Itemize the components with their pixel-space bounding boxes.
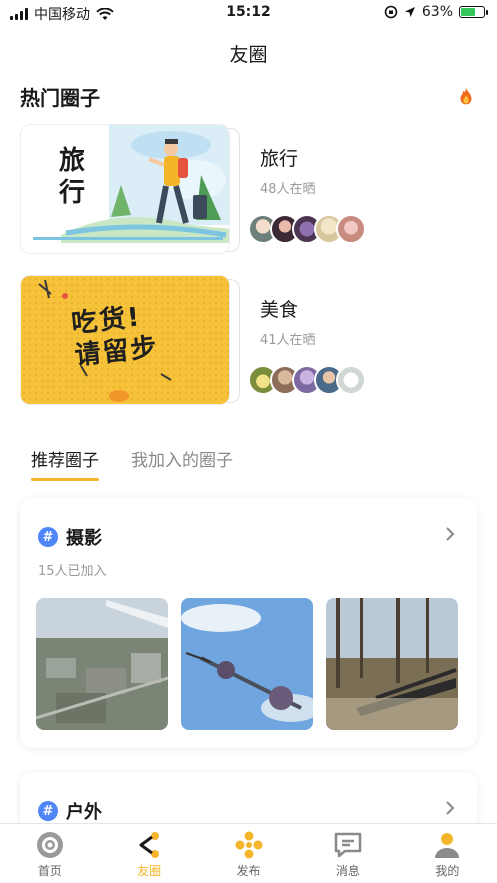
share-icon (139, 832, 160, 858)
tabbar-label: 我的 (435, 864, 460, 878)
food-cover-image: 吃货! 请留步 (20, 275, 230, 405)
group-card-photography[interactable]: # 摄影 15人已加入 (20, 498, 477, 748)
tabbar-circles[interactable]: 友圈 (99, 824, 198, 883)
group-photos (36, 598, 458, 730)
tabbar-label: 消息 (335, 864, 360, 878)
flame-icon (460, 87, 472, 104)
battery-percent: 63% (421, 4, 453, 20)
lock-rotation-icon (384, 5, 398, 19)
bottom-tab-bar: 首页 友圈 发布 消息 我的 (0, 823, 497, 883)
hot-section-title: 热门圈子 (20, 86, 100, 110)
tabbar-home[interactable]: 首页 (0, 824, 99, 883)
circle-tabs: 推荐圈子 我加入的圈子 (31, 446, 233, 481)
group-name: 摄影 (66, 528, 102, 549)
food-cover-text: 吃货! 请留步 (69, 302, 161, 372)
travel-cover-text: 旅行 (59, 146, 86, 208)
avatar (336, 214, 366, 244)
group-header: # 户外 (38, 798, 102, 824)
tabbar-label: 首页 (37, 864, 62, 878)
hot-circle-count: 41人在晒 (260, 333, 316, 348)
tabbar-publish[interactable]: 发布 (199, 824, 298, 883)
battery-icon (459, 6, 488, 18)
battery-fill (461, 8, 475, 16)
status-bar: 中国移动 15:12 63% (0, 0, 497, 26)
publish-icon (235, 831, 263, 859)
hot-header: 热门圈子 (20, 82, 477, 111)
photo-tv-tower[interactable] (181, 598, 313, 730)
chevron-right-icon[interactable] (445, 526, 455, 542)
tabbar-label: 发布 (236, 864, 261, 878)
hot-circle-name: 美食 (260, 299, 299, 321)
avatar (336, 365, 366, 395)
hashtag-icon: # (38, 801, 58, 821)
tabbar-label: 友圈 (137, 864, 162, 878)
hot-image-stack: 旅行 (20, 124, 240, 256)
tabbar-messages[interactable]: 消息 (298, 824, 397, 883)
hot-image-stack: 吃货! 请留步 (20, 275, 240, 407)
home-icon (36, 832, 63, 858)
message-icon (334, 832, 362, 858)
page-title: 友圈 (229, 44, 268, 66)
tab-recommended[interactable]: 推荐圈子 (31, 446, 99, 481)
hot-circle-name: 旅行 (260, 148, 299, 170)
hashtag-icon: # (38, 527, 58, 547)
hot-circle-food[interactable]: 吃货! 请留步 美食 41人在晒 (20, 275, 480, 410)
chevron-right-icon[interactable] (445, 800, 455, 816)
photo-park-bench[interactable] (326, 598, 458, 730)
hot-circle-count: 48人在晒 (260, 182, 316, 197)
member-avatars (248, 214, 366, 244)
profile-icon (435, 833, 460, 858)
photo-city-aerial[interactable] (36, 598, 168, 730)
member-avatars (248, 365, 366, 395)
status-right: 63% (384, 4, 488, 20)
group-member-count: 15人已加入 (38, 564, 107, 579)
location-icon (404, 7, 415, 17)
hot-circle-travel[interactable]: 旅行 旅行 48人在晒 (20, 124, 480, 259)
group-name: 户外 (66, 802, 102, 823)
tab-joined[interactable]: 我加入的圈子 (131, 446, 233, 481)
group-header: # 摄影 (38, 524, 102, 550)
travel-cover-image: 旅行 (20, 124, 230, 254)
tabbar-profile[interactable]: 我的 (398, 824, 497, 883)
